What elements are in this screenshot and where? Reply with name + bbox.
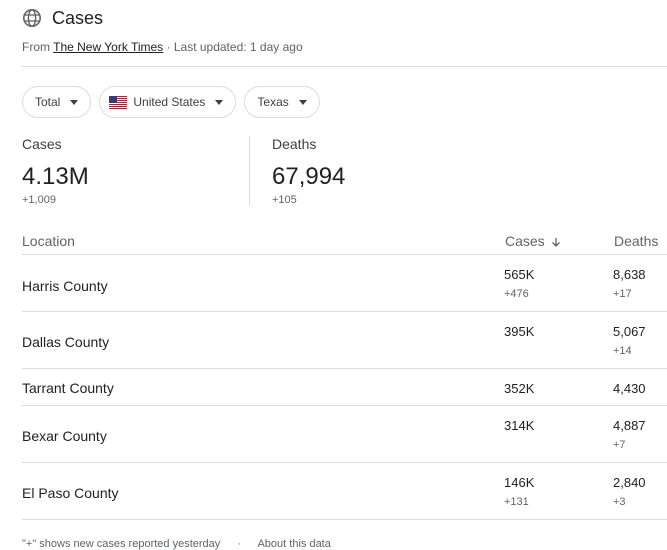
header: Cases From The New York Times · Last upd… <box>22 6 667 55</box>
row-deaths-delta: +7 <box>613 439 626 451</box>
filter-chips: Total United States Texas <box>22 86 328 118</box>
row-location: Dallas County <box>22 334 110 350</box>
cases-stat: Cases 4.13M +1,009 <box>22 136 89 206</box>
row-cases-delta: +131 <box>504 496 529 508</box>
row-deaths-delta: +14 <box>613 345 632 357</box>
header-divider <box>22 66 667 67</box>
row-cases: 395K <box>504 324 535 339</box>
deaths-stat-label: Deaths <box>272 136 317 152</box>
cases-stat-delta: +1,009 <box>22 194 56 206</box>
caret-down-icon <box>215 99 224 105</box>
cases-column-header-label: Cases <box>505 233 545 249</box>
row-cases: 146K <box>504 475 535 490</box>
stats-divider <box>249 136 250 206</box>
cases-stat-value: 4.13M <box>22 163 89 190</box>
row-location: Harris County <box>22 278 108 294</box>
country-dropdown-label: United States <box>133 95 206 109</box>
table-row[interactable]: Dallas County 395K 5,067 +14 <box>22 312 667 369</box>
deaths-stat-delta: +105 <box>272 194 297 206</box>
cases-column-header[interactable]: Cases <box>505 233 561 249</box>
row-location: Bexar County <box>22 428 107 444</box>
stats-summary: Cases 4.13M +1,009 Deaths 67,994 +105 <box>22 136 667 206</box>
location-column-header[interactable]: Location <box>22 233 75 249</box>
cases-stat-label: Cases <box>22 136 62 152</box>
title-row: Cases <box>22 6 667 30</box>
deaths-stat: Deaths 67,994 +105 <box>272 136 345 206</box>
row-cases: 352K <box>504 381 535 396</box>
row-deaths: 4,430 <box>613 381 646 396</box>
table-row[interactable]: El Paso County 146K +131 2,840 +3 <box>22 463 667 520</box>
row-deaths: 4,887 <box>613 418 646 433</box>
arrow-down-icon <box>551 238 560 248</box>
source-link[interactable]: The New York Times <box>53 40 163 54</box>
caret-down-icon <box>70 99 79 105</box>
table-row[interactable]: Tarrant County 352K 4,430 <box>22 369 667 406</box>
total-dropdown-label: Total <box>35 95 61 109</box>
row-deaths: 8,638 <box>613 267 646 282</box>
row-location: Tarrant County <box>22 380 114 396</box>
footer-note: "+" shows new cases reported yesterday <box>22 538 221 550</box>
region-dropdown-label: Texas <box>257 95 289 109</box>
deaths-column-header[interactable]: Deaths <box>614 233 658 249</box>
footer-separator: · <box>237 538 242 550</box>
us-flag-icon <box>109 95 128 109</box>
row-deaths: 5,067 <box>613 324 646 339</box>
locations-table: Location Cases Deaths Harris County 565K… <box>22 226 667 520</box>
source-prefix: From <box>22 40 50 54</box>
total-dropdown[interactable]: Total <box>22 86 92 118</box>
table-row[interactable]: Harris County 565K +476 8,638 +17 <box>22 254 667 312</box>
country-dropdown[interactable]: United States <box>99 86 237 118</box>
row-cases: 314K <box>504 418 535 433</box>
row-deaths: 2,840 <box>613 475 646 490</box>
region-dropdown[interactable]: Texas <box>244 86 320 118</box>
table-row[interactable]: Bexar County 314K 4,887 +7 <box>22 406 667 463</box>
about-data-link[interactable]: About this data <box>257 538 330 550</box>
globe-icon <box>23 9 41 27</box>
row-cases: 565K <box>504 267 535 282</box>
source-line: From The New York Times · Last updated: … <box>22 40 667 54</box>
page-title: Cases <box>52 7 104 28</box>
row-cases-delta: +476 <box>504 288 529 300</box>
row-location: El Paso County <box>22 485 119 501</box>
deaths-stat-value: 67,994 <box>272 163 346 190</box>
last-updated: · Last updated: 1 day ago <box>166 40 303 54</box>
row-deaths-delta: +17 <box>613 288 632 300</box>
row-deaths-delta: +3 <box>613 496 626 508</box>
caret-down-icon <box>298 99 307 105</box>
footer: "+" shows new cases reported yesterday ·… <box>22 538 331 550</box>
table-header: Location Cases Deaths <box>22 226 667 254</box>
